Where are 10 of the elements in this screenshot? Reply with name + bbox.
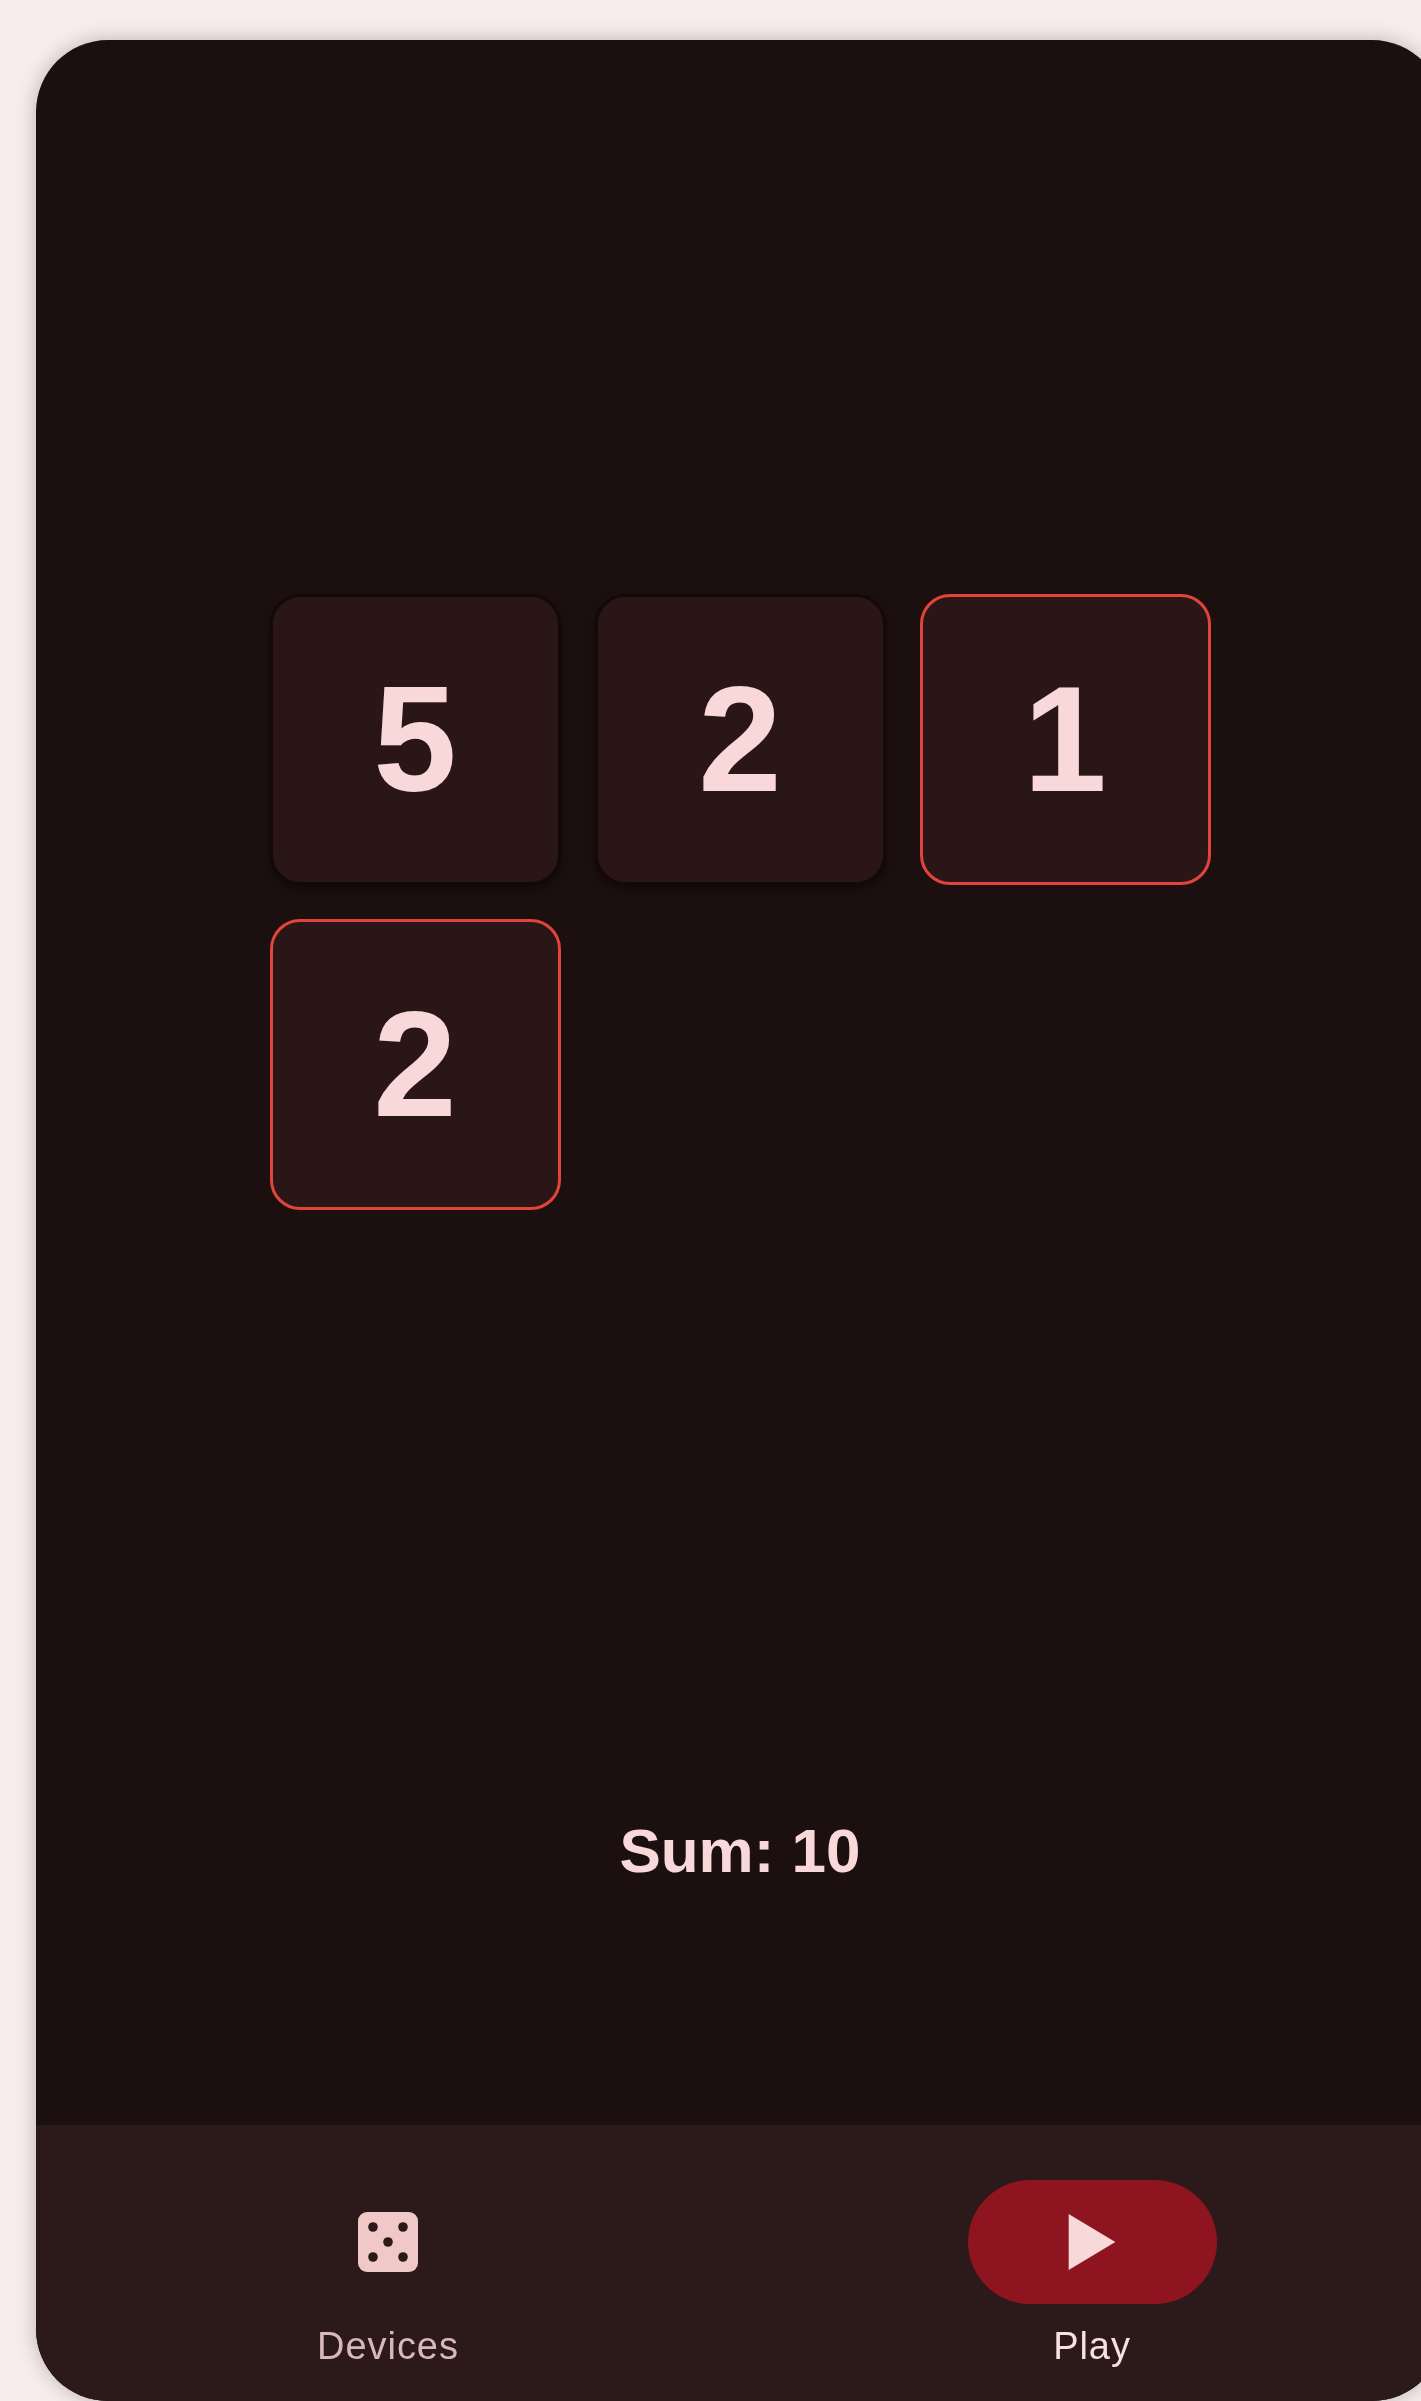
nav-tab[interactable]: Play bbox=[740, 2125, 1421, 2401]
nav-tab[interactable]: Devices bbox=[36, 2125, 740, 2401]
die-button[interactable]: 5 bbox=[269, 594, 561, 885]
die-button[interactable]: 1 bbox=[919, 594, 1211, 885]
die-button[interactable]: 2 bbox=[269, 919, 561, 1210]
play-icon bbox=[1067, 2214, 1117, 2270]
nav-label: Play bbox=[1053, 2324, 1131, 2369]
nav-label: Devices bbox=[317, 2324, 459, 2369]
die-button[interactable]: 2 bbox=[594, 594, 886, 885]
sum-text: Sum: 10 bbox=[619, 1815, 861, 1887]
